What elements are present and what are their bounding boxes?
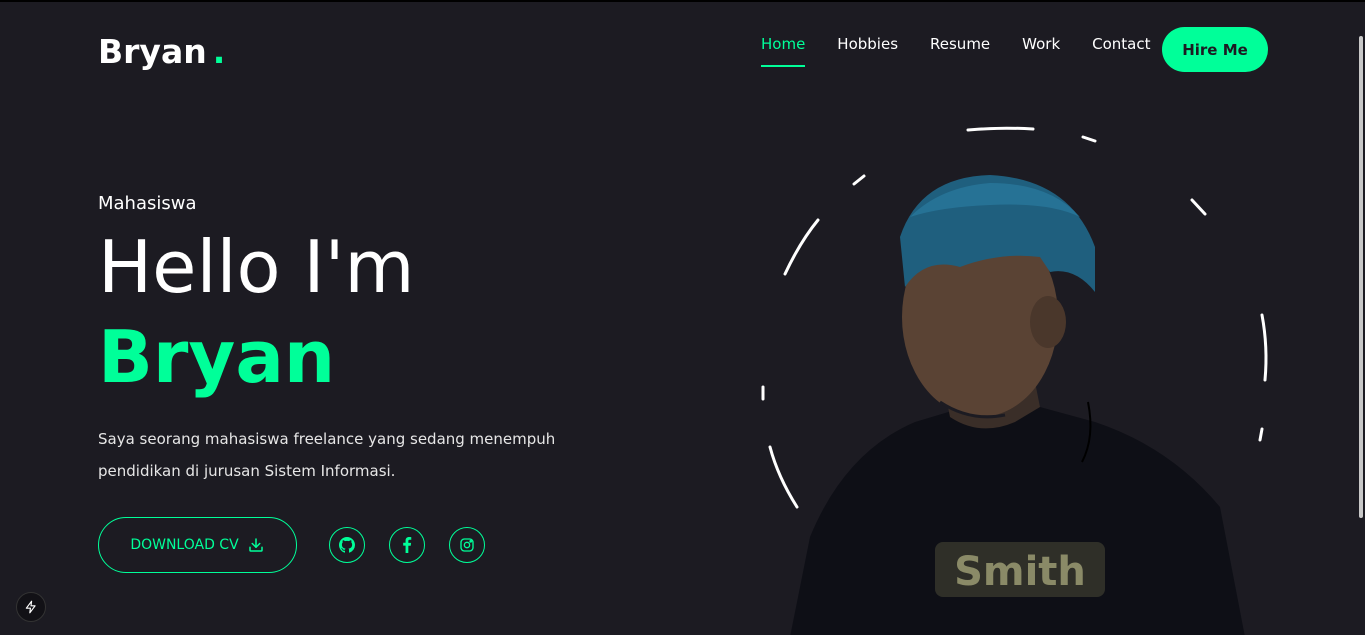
instagram-icon	[460, 538, 474, 552]
nav-item-resume[interactable]: Resume	[930, 35, 990, 67]
main-nav: Home Hobbies Resume Work Contact	[761, 35, 1183, 67]
download-cv-label: DOWNLOAD CV	[130, 537, 239, 553]
facebook-icon	[403, 537, 412, 553]
shirt-print: Smith	[954, 549, 1086, 595]
brand-logo[interactable]: Bryan.	[98, 32, 225, 71]
scrollbar[interactable]	[1359, 36, 1363, 518]
lightning-icon	[25, 600, 36, 614]
nav-item-home[interactable]: Home	[761, 35, 806, 67]
hero-description: Saya seorang mahasiswa freelance yang se…	[98, 430, 556, 480]
person-figure: Smith	[790, 175, 1245, 635]
github-icon	[339, 537, 355, 553]
nav-item-work[interactable]: Work	[1022, 35, 1060, 67]
brand-dot: .	[212, 32, 226, 71]
brand-name: Bryan	[98, 32, 207, 71]
download-icon	[248, 538, 263, 552]
hero-portrait: Smith	[750, 117, 1280, 635]
github-link[interactable]	[329, 527, 365, 563]
hire-me-button[interactable]: Hire Me	[1162, 27, 1268, 72]
dev-tools-button[interactable]	[16, 592, 46, 622]
nav-item-hobbies[interactable]: Hobbies	[837, 35, 898, 67]
hero-greeting: Hello I'm	[98, 225, 415, 309]
facebook-link[interactable]	[389, 527, 425, 563]
hero-role: Mahasiswa	[98, 193, 197, 214]
nav-item-contact[interactable]: Contact	[1092, 35, 1150, 67]
download-cv-button[interactable]: DOWNLOAD CV	[98, 517, 297, 573]
instagram-link[interactable]	[449, 527, 485, 563]
hero-name: Bryan	[98, 315, 336, 399]
